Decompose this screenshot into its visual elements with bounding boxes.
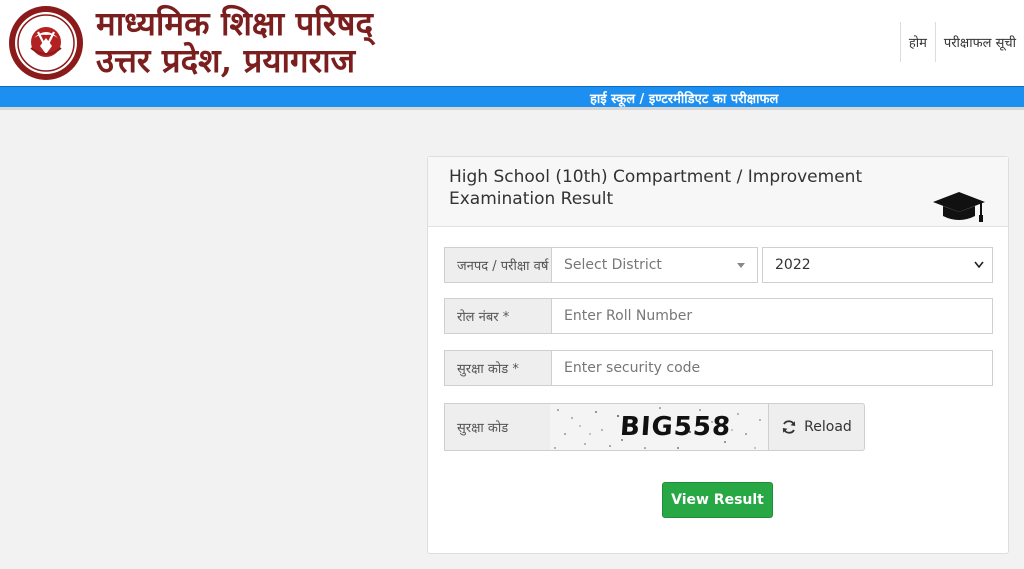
- nav-result-list-link[interactable]: परीक्षाफल सूची: [934, 22, 1024, 62]
- site-header: माध्यमिक शिक्षा परिषद् उत्तर प्रदेश, प्र…: [0, 0, 1024, 86]
- card-header: High School (10th) Compartment / Improve…: [428, 157, 1008, 227]
- title-banner: हाई स्कूल / इण्टरमीडिएट का परीक्षाफल: [0, 86, 1024, 110]
- security-code-input[interactable]: Enter security code: [551, 350, 993, 386]
- org-name-line2: उत्तर प्रदेश, प्रयागराज: [96, 41, 356, 80]
- district-select-placeholder: Select District: [564, 257, 662, 273]
- district-select[interactable]: Select District: [551, 247, 758, 283]
- chevron-down-icon: [974, 261, 984, 269]
- chevron-down-icon: [737, 263, 745, 268]
- org-name-line1: माध्यमिक शिक्षा परिषद्: [96, 4, 374, 43]
- nav-home-link[interactable]: होम: [899, 22, 935, 62]
- reload-captcha-button[interactable]: Reload: [768, 403, 865, 451]
- reload-label: Reload: [804, 419, 852, 435]
- captcha-image: BIG558: [550, 403, 768, 451]
- view-result-button[interactable]: View Result: [662, 482, 773, 518]
- captcha-text: BIG558: [618, 412, 733, 442]
- captcha-label: सुरक्षा कोड: [444, 403, 552, 451]
- roll-label: रोल नंबर *: [444, 298, 552, 334]
- roll-number-input[interactable]: Enter Roll Number: [551, 298, 993, 334]
- graduation-cap-icon: [933, 192, 985, 222]
- form-title: High School (10th) Compartment / Improve…: [449, 167, 863, 209]
- year-select-value: 2022: [775, 257, 811, 273]
- security-code-label: सुरक्षा कोड *: [444, 350, 552, 386]
- banner-text: हाई स्कूल / इण्टरमीडिएट का परीक्षाफल: [590, 92, 779, 107]
- up-board-emblem-icon: [9, 6, 83, 80]
- district-label: जनपद / परीक्षा वर्ष: [444, 247, 552, 283]
- year-select[interactable]: 2022: [762, 247, 993, 283]
- top-nav: होम परीक्षाफल सूची: [899, 22, 1024, 62]
- refresh-icon: [782, 420, 796, 434]
